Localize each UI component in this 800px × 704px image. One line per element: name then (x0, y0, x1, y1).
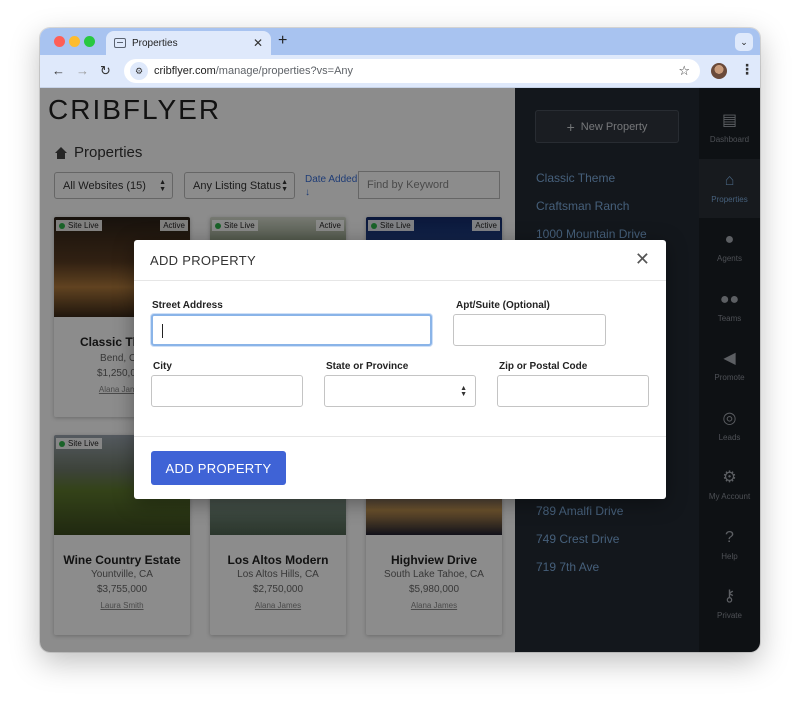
apt-suite-label: Apt/Suite (Optional) (456, 300, 550, 311)
apt-suite-field[interactable] (453, 314, 606, 346)
state-province-select[interactable]: ▲ ▼ (324, 375, 476, 407)
city-field[interactable] (151, 375, 303, 407)
maximize-window-button[interactable] (84, 36, 95, 47)
browser-window: Properties ✕ + ⌄ ← → ↻ ⚙ cribflyer.com/m… (40, 28, 760, 652)
close-window-button[interactable] (54, 36, 65, 47)
tab-close-icon[interactable]: ✕ (253, 36, 263, 50)
dialog-divider (134, 436, 666, 437)
url-path: /manage/properties?vs=Any (215, 65, 354, 77)
zip-postal-field[interactable] (497, 375, 649, 407)
dialog-title: ADD PROPERTY (150, 253, 256, 268)
tab-search-button[interactable]: ⌄ (735, 33, 753, 51)
state-province-label: State or Province (326, 361, 409, 372)
tab-title: Properties (132, 37, 178, 49)
kebab-menu-icon[interactable]: ⋮ (740, 61, 754, 78)
text-cursor (162, 324, 163, 338)
tab-properties[interactable]: Properties ✕ (106, 31, 271, 55)
close-icon[interactable]: ✕ (635, 249, 650, 270)
zip-postal-label: Zip or Postal Code (499, 361, 588, 372)
profile-avatar[interactable] (711, 63, 727, 79)
browser-toolbar: ← → ↻ ⚙ cribflyer.com/manage/properties?… (40, 55, 760, 88)
star-icon[interactable]: ☆ (678, 63, 690, 79)
forward-icon[interactable]: → (76, 63, 89, 78)
page-icon (114, 38, 126, 48)
add-property-dialog: ADD PROPERTY ✕ Street Address Apt/Suite … (134, 240, 666, 499)
back-icon[interactable]: ← (52, 63, 65, 78)
dialog-header: ADD PROPERTY ✕ (134, 240, 666, 281)
city-label: City (153, 361, 172, 372)
new-tab-button[interactable]: + (278, 32, 287, 50)
reload-icon[interactable]: ↻ (100, 63, 111, 79)
street-address-label: Street Address (152, 300, 223, 311)
minimize-window-button[interactable] (69, 36, 80, 47)
page-content: CRIBFLYER Properties All Websites (15) ▲… (40, 88, 760, 652)
url-host: cribflyer.com (154, 65, 216, 77)
select-arrows-icon: ▲ ▼ (460, 385, 467, 398)
address-bar[interactable]: ⚙ cribflyer.com/manage/properties?vs=Any… (124, 59, 700, 83)
site-info-icon[interactable]: ⚙ (130, 62, 148, 80)
street-address-field[interactable] (151, 314, 432, 346)
add-property-button[interactable]: ADD PROPERTY (151, 451, 286, 485)
tab-strip: Properties ✕ + ⌄ (40, 28, 760, 55)
